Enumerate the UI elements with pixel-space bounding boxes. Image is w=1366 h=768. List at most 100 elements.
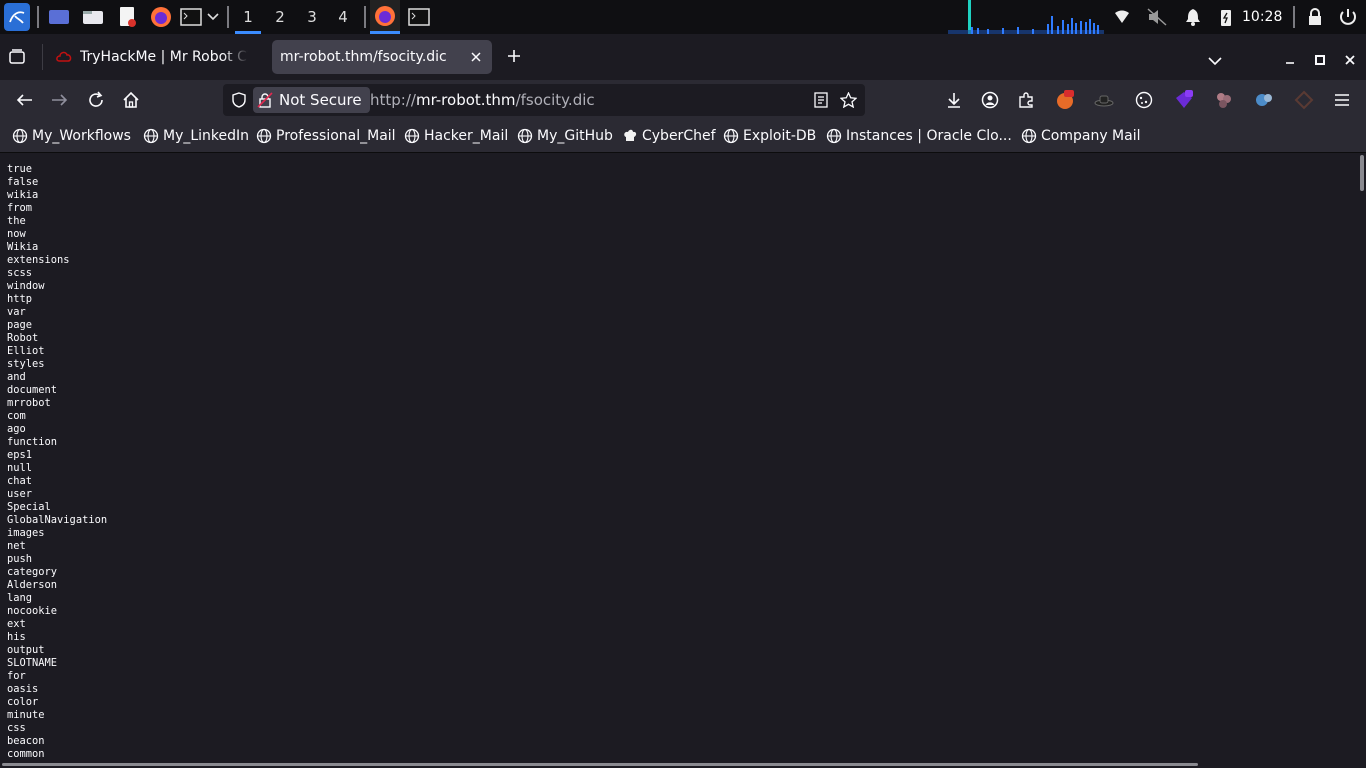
close-tab-icon[interactable] [470,51,482,63]
bookmark-star-icon[interactable] [840,92,857,108]
extension-diamond-icon[interactable] [1292,88,1316,112]
dictionary-line: images [7,527,45,539]
app-menu-hamburger-icon[interactable] [1330,88,1354,112]
dictionary-line: Elliot [7,345,45,357]
url-bar[interactable]: Not Secure http://mr-robot.thm/fsocity.d… [223,84,865,116]
globe-icon [404,128,420,144]
lock-screen-icon[interactable] [1305,3,1325,31]
not-secure-label: Not Secure [279,91,362,109]
dictionary-line: Robot [7,332,39,344]
dictionary-line: minute [7,709,45,721]
terminal-window-button[interactable] [406,3,432,31]
dictionary-line: true [7,163,33,175]
taskbar-separator [227,6,229,28]
dictionary-line: lang [7,592,33,604]
maximize-icon[interactable] [1314,51,1328,65]
account-icon[interactable] [978,88,1002,112]
back-arrow-icon[interactable] [12,88,36,112]
dictionary-line: Wikia [7,241,39,253]
horizontal-scrollbar[interactable] [2,763,1198,766]
extension-foxyproxy-icon[interactable] [1053,88,1077,112]
page-content: true false wikia from the now Wikia exte… [0,153,1366,768]
dictionary-text: true false wikia from the now Wikia exte… [7,163,107,761]
bookmark-hacker-mail[interactable]: Hacker_Mail [404,120,508,152]
workspace-1[interactable]: 1 [233,0,263,34]
vertical-scrollbar[interactable] [1360,155,1364,191]
clock[interactable]: 10:28 [1242,0,1282,34]
dictionary-line: user [7,488,33,500]
dictionary-line: output [7,644,45,656]
workspace-2[interactable]: 2 [265,0,295,34]
wifi-icon[interactable] [1112,3,1132,31]
text-editor-icon[interactable] [115,3,139,31]
dictionary-line: category [7,566,58,578]
bookmark-my-linkedin[interactable]: My_LinkedIn [143,120,249,152]
dictionary-line: nocookie [7,605,58,617]
extension-dots-icon[interactable] [1212,88,1236,112]
dictionary-line: SLOTNAME [7,657,58,669]
bookmark-exploit-db[interactable]: Exploit-DB [723,120,816,152]
firefox-view-icon[interactable] [8,48,28,68]
power-icon[interactable] [1337,3,1359,31]
volume-muted-icon[interactable] [1146,3,1168,31]
downloads-icon[interactable] [942,88,966,112]
taskbar-separator [1293,6,1295,28]
dictionary-line: css [7,722,26,734]
tab-tryhackme[interactable]: TryHackMe | Mr Robot CTF [50,40,260,74]
dictionary-line: eps1 [7,449,33,461]
bookmark-my-github[interactable]: My_GitHub [517,120,613,152]
dictionary-line: scss [7,267,33,279]
notification-bell-icon[interactable] [1183,3,1203,31]
extension-purple-badge-icon[interactable] [1172,88,1196,112]
extension-cookie-icon[interactable] [1132,88,1156,112]
extensions-puzzle-icon[interactable] [1014,88,1038,112]
show-desktop-icon[interactable] [47,3,71,31]
extension-blue-icon[interactable] [1252,88,1276,112]
dictionary-line: oasis [7,683,39,695]
globe-icon [256,128,272,144]
bookmark-company-mail[interactable]: Company Mail [1021,120,1141,152]
list-all-tabs-icon[interactable] [1208,51,1224,66]
navigation-toolbar: Not Secure http://mr-robot.thm/fsocity.d… [0,80,1366,120]
bookmark-oracle-cloud-instances[interactable]: Instances | Oracle Clo... [826,120,1012,152]
bookmark-label: Professional_Mail [276,128,396,144]
bookmark-professional-mail[interactable]: Professional_Mail [256,120,396,152]
dictionary-line: wikia [7,189,39,201]
chevron-down-icon[interactable] [206,3,220,31]
dictionary-line: his [7,631,26,643]
workspace-4[interactable]: 4 [328,0,358,34]
dictionary-line: extensions [7,254,70,266]
kali-menu-icon[interactable] [4,3,30,31]
dictionary-line: http [7,293,33,305]
terminal-launcher-icon[interactable] [179,3,203,31]
globe-icon [826,128,842,144]
bookmark-label: My_GitHub [537,128,613,144]
home-icon[interactable] [119,88,143,112]
tab-title: mr-robot.thm/fsocity.dic [280,49,447,65]
battery-charging-icon[interactable] [1218,3,1234,31]
dictionary-line: Special [7,501,51,513]
firefox-launcher-icon[interactable] [149,3,173,31]
forward-arrow-icon[interactable] [48,88,72,112]
dictionary-line: window [7,280,45,292]
file-manager-icon[interactable] [81,3,105,31]
reader-view-icon[interactable] [813,92,829,108]
dictionary-line: from [7,202,33,214]
bookmark-cyberchef[interactable]: CyberChef [622,120,716,152]
firefox-window-button[interactable] [370,0,400,34]
url-text[interactable]: http://mr-robot.thm/fsocity.dic [370,84,595,116]
not-secure-badge[interactable]: Not Secure [253,87,370,113]
bookmark-my-workflows[interactable]: My_Workflows [12,120,131,152]
bookmark-label: CyberChef [642,128,716,144]
new-tab-icon[interactable] [506,48,524,66]
close-window-icon[interactable] [1344,51,1358,65]
reload-icon[interactable] [84,88,108,112]
extension-hat-icon[interactable] [1092,88,1116,112]
dictionary-line: for [7,670,26,682]
system-taskbar: 1 2 3 4 10:28 [0,0,1366,34]
tab-fsocity-dic[interactable]: mr-robot.thm/fsocity.dic [272,40,492,74]
workspace-3[interactable]: 3 [297,0,327,34]
tracking-protection-shield-icon[interactable] [231,92,247,108]
minimize-icon[interactable] [1284,51,1298,64]
bookmark-label: My_Workflows [32,128,131,144]
